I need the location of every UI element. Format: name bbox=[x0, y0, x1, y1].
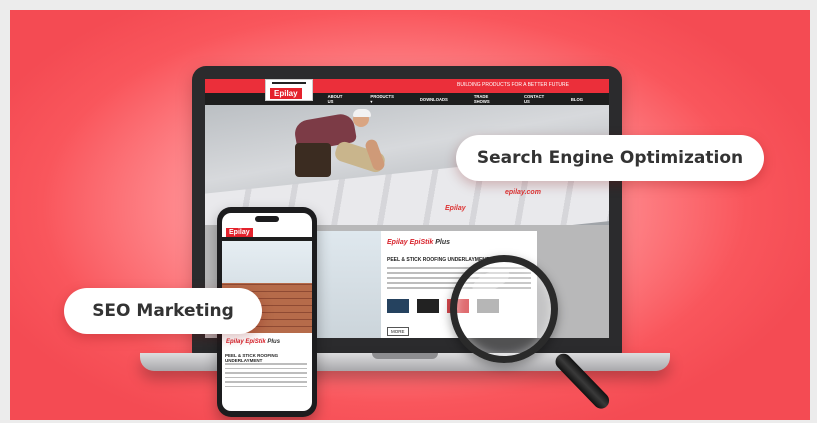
promo-banner: BUILDING PRODUCTS FOR A BETTER FUTURE Ep… bbox=[10, 10, 810, 420]
product-headline: PEEL & STICK ROOFING UNDERLAYMENT bbox=[387, 257, 489, 263]
phone-description bbox=[225, 363, 307, 390]
roofer-figure bbox=[265, 109, 387, 199]
phone-camera bbox=[255, 216, 279, 222]
logo-text: Epilay bbox=[270, 88, 302, 99]
search-engine-optimization-label: Search Engine Optimization bbox=[456, 135, 764, 181]
nav-downloads[interactable]: DOWNLOADS bbox=[420, 97, 448, 102]
site-tagline: BUILDING PRODUCTS FOR A BETTER FUTURE bbox=[457, 82, 569, 88]
product-thumbnail bbox=[317, 231, 381, 338]
nav-about[interactable]: ABOUT US bbox=[328, 94, 345, 104]
more-button[interactable]: MORE bbox=[387, 327, 409, 336]
phone-brands: Epilay EpiStik Plus bbox=[226, 339, 281, 345]
nav-products[interactable]: PRODUCTS ▾ bbox=[370, 94, 394, 104]
membrane-print: epilay.com bbox=[505, 189, 541, 196]
membrane-print: Epilay bbox=[445, 205, 466, 212]
nav-contact[interactable]: CONTACT US bbox=[524, 94, 545, 104]
nav-blog[interactable]: BLOG bbox=[571, 97, 583, 102]
nav-trade-shows[interactable]: TRADE SHOWS bbox=[474, 94, 498, 104]
magnifier-lens-icon bbox=[450, 255, 558, 363]
site-logo[interactable]: Epilay bbox=[265, 79, 313, 101]
seo-marketing-label: SEO Marketing bbox=[64, 288, 262, 334]
product-brands: Epilay EpiStik Plus bbox=[387, 239, 451, 246]
phone-headline: PEEL & STICK ROOFING UNDERLAYMENT bbox=[225, 353, 279, 363]
